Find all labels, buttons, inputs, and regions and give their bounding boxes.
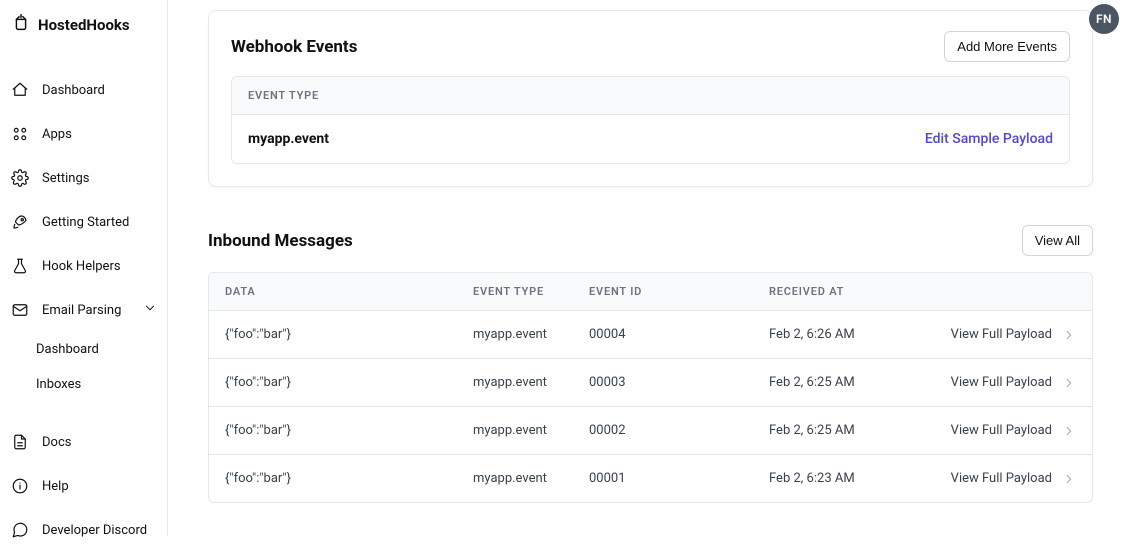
sidebar-item-label: Getting Started bbox=[42, 215, 129, 230]
view-full-payload-link[interactable]: View Full Payload bbox=[951, 375, 1052, 390]
table-header-row: DATA EVENT TYPE EVENT ID RECEIVED AT bbox=[209, 273, 1092, 311]
cell-event-id: 00002 bbox=[589, 423, 769, 438]
home-icon bbox=[10, 80, 30, 100]
table-row: {"foo":"bar"} myapp.event 00004 Feb 2, 6… bbox=[209, 311, 1092, 359]
sidebar-subitem-label: Inboxes bbox=[36, 377, 81, 392]
rocket-icon bbox=[10, 212, 30, 232]
sidebar-item-label: Settings bbox=[42, 171, 89, 186]
chevron-right-icon bbox=[1062, 472, 1076, 486]
mail-icon bbox=[10, 300, 30, 320]
inbound-messages-title: Inbound Messages bbox=[208, 231, 353, 251]
col-header-event-id: EVENT ID bbox=[589, 285, 769, 298]
avatar-initials: FN bbox=[1096, 12, 1112, 26]
sidebar-item-label: Dashboard bbox=[42, 83, 105, 98]
table-row: {"foo":"bar"} myapp.event 00003 Feb 2, 6… bbox=[209, 359, 1092, 407]
sidebar-subitem-dashboard[interactable]: Dashboard bbox=[0, 334, 167, 365]
webhook-events-card: Webhook Events Add More Events EVENT TYP… bbox=[208, 10, 1093, 187]
sidebar-item-label: Help bbox=[42, 479, 69, 494]
col-header-received-at: RECEIVED AT bbox=[769, 285, 897, 298]
event-type-name: myapp.event bbox=[248, 131, 329, 147]
cell-event-id: 00001 bbox=[589, 471, 769, 486]
col-header-event-type: EVENT TYPE bbox=[473, 285, 589, 298]
cell-data: {"foo":"bar"} bbox=[225, 327, 473, 342]
cell-event-type: myapp.event bbox=[473, 375, 589, 390]
view-full-payload-link[interactable]: View Full Payload bbox=[951, 471, 1052, 486]
sidebar-item-apps[interactable]: Apps bbox=[0, 114, 167, 154]
col-header-data: DATA bbox=[225, 285, 473, 298]
cell-event-id: 00003 bbox=[589, 375, 769, 390]
cell-received-at: Feb 2, 6:25 AM bbox=[769, 375, 897, 390]
view-full-payload-link[interactable]: View Full Payload bbox=[951, 327, 1052, 342]
inbound-messages-table: DATA EVENT TYPE EVENT ID RECEIVED AT {"f… bbox=[208, 272, 1093, 503]
brand-name: HostedHooks bbox=[38, 16, 130, 34]
chevron-right-icon bbox=[1062, 424, 1076, 438]
sidebar-item-dashboard[interactable]: Dashboard bbox=[0, 70, 167, 110]
table-row: {"foo":"bar"} myapp.event 00001 Feb 2, 6… bbox=[209, 455, 1092, 502]
nav: Dashboard Apps Settings Getting Started bbox=[0, 52, 167, 550]
sidebar-item-getting-started[interactable]: Getting Started bbox=[0, 202, 167, 242]
chevron-right-icon bbox=[1062, 328, 1076, 342]
sidebar-item-help[interactable]: Help bbox=[0, 466, 167, 506]
cell-event-id: 00004 bbox=[589, 327, 769, 342]
info-icon bbox=[10, 476, 30, 496]
flask-icon bbox=[10, 256, 30, 276]
sidebar-item-docs[interactable]: Docs bbox=[0, 422, 167, 462]
gear-icon bbox=[10, 168, 30, 188]
webhook-event-row: myapp.event Edit Sample Payload bbox=[232, 115, 1069, 163]
sidebar-subitem-label: Dashboard bbox=[36, 342, 99, 357]
brand[interactable]: HostedHooks bbox=[0, 0, 167, 52]
sidebar-item-settings[interactable]: Settings bbox=[0, 158, 167, 198]
sidebar-item-label: Email Parsing bbox=[42, 303, 121, 318]
event-type-header: EVENT TYPE bbox=[232, 77, 1069, 115]
sidebar-item-label: Developer Discord bbox=[42, 523, 147, 538]
sidebar-item-label: Docs bbox=[42, 435, 71, 450]
sidebar-item-hook-helpers[interactable]: Hook Helpers bbox=[0, 246, 167, 286]
edit-sample-payload-link[interactable]: Edit Sample Payload bbox=[925, 131, 1053, 147]
view-all-button[interactable]: View All bbox=[1022, 225, 1093, 256]
cell-data: {"foo":"bar"} bbox=[225, 375, 473, 390]
chat-icon bbox=[10, 520, 30, 540]
view-full-payload-link[interactable]: View Full Payload bbox=[951, 423, 1052, 438]
table-row: {"foo":"bar"} myapp.event 00002 Feb 2, 6… bbox=[209, 407, 1092, 455]
cell-event-type: myapp.event bbox=[473, 471, 589, 486]
cell-received-at: Feb 2, 6:26 AM bbox=[769, 327, 897, 342]
cell-event-type: myapp.event bbox=[473, 423, 589, 438]
cell-data: {"foo":"bar"} bbox=[225, 471, 473, 486]
document-icon bbox=[10, 432, 30, 452]
webhook-events-title: Webhook Events bbox=[231, 37, 357, 57]
sidebar: HostedHooks Dashboard Apps Settings bbox=[0, 0, 168, 536]
sidebar-subitem-inboxes[interactable]: Inboxes bbox=[0, 369, 167, 400]
cell-received-at: Feb 2, 6:23 AM bbox=[769, 471, 897, 486]
apps-icon bbox=[10, 124, 30, 144]
sidebar-item-developer-discord[interactable]: Developer Discord bbox=[0, 510, 167, 550]
chevron-down-icon bbox=[143, 301, 157, 319]
inbound-messages-section: Inbound Messages View All DATA EVENT TYP… bbox=[208, 225, 1093, 503]
cell-event-type: myapp.event bbox=[473, 327, 589, 342]
add-more-events-button[interactable]: Add More Events bbox=[944, 31, 1070, 62]
webhook-events-box: EVENT TYPE myapp.event Edit Sample Paylo… bbox=[231, 76, 1070, 164]
brand-logo-icon bbox=[10, 12, 32, 38]
main-content: FN Webhook Events Add More Events EVENT … bbox=[168, 0, 1133, 536]
cell-received-at: Feb 2, 6:25 AM bbox=[769, 423, 897, 438]
sidebar-item-label: Apps bbox=[42, 127, 72, 142]
chevron-right-icon bbox=[1062, 376, 1076, 390]
sidebar-item-label: Hook Helpers bbox=[42, 259, 121, 274]
sidebar-item-email-parsing[interactable]: Email Parsing bbox=[0, 290, 167, 330]
cell-data: {"foo":"bar"} bbox=[225, 423, 473, 438]
user-avatar[interactable]: FN bbox=[1089, 4, 1119, 34]
